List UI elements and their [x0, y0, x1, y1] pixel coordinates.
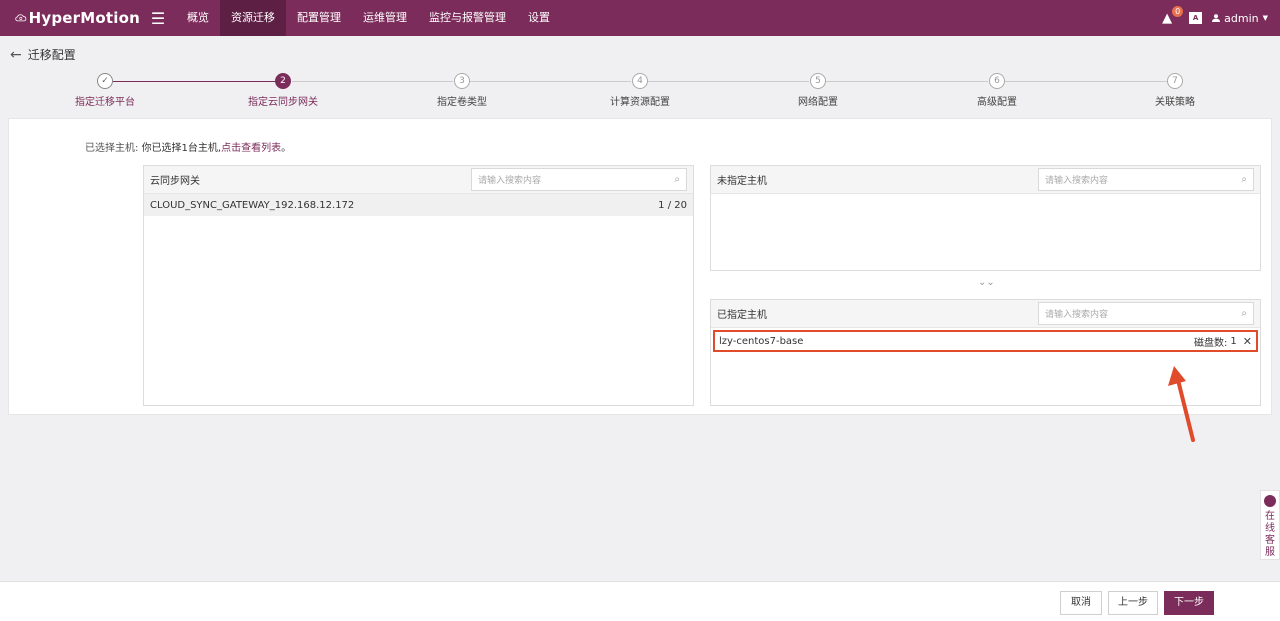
gateway-name: CLOUD_SYNC_GATEWAY_192.168.12.172 [150, 199, 355, 211]
unassigned-hosts-panel: 未指定主机 请输入搜索内容 ⌕ [710, 165, 1261, 271]
check-icon: ✓ [97, 73, 113, 89]
config-card: 已选择主机: 你已选择1台主机,点击查看列表。 云同步网关 请输入搜索内容 ⌕ … [8, 118, 1272, 415]
step-number: 4 [632, 73, 648, 89]
logo[interactable]: HyperMotion [0, 0, 140, 36]
assigned-panel-title: 已指定主机 [717, 310, 767, 321]
step-1: ✓ 指定迁移平台 [45, 70, 165, 108]
step-label: 计算资源配置 [610, 97, 670, 108]
nav-ops-management[interactable]: 运维管理 [352, 0, 418, 36]
page-title: 迁移配置 [27, 48, 76, 62]
warning-icon: ▲ [1162, 10, 1173, 26]
gateway-count: 1 / 20 [658, 199, 687, 211]
search-icon[interactable]: ⌕ [1241, 174, 1247, 185]
gateway-search-input[interactable]: 请输入搜索内容 ⌕ [471, 168, 687, 191]
disk-count: 1 [1230, 335, 1237, 347]
step-label: 指定云同步网关 [248, 97, 318, 108]
step-5: 5 网络配置 [758, 70, 878, 108]
disk-count-label: 磁盘数: [1194, 337, 1228, 349]
gateway-panel: 云同步网关 请输入搜索内容 ⌕ CLOUD_SYNC_GATEWAY_192.1… [143, 165, 694, 406]
close-icon[interactable]: ✕ [1243, 335, 1252, 348]
user-icon [1212, 14, 1221, 22]
language-switch-icon[interactable]: A [1189, 12, 1203, 24]
nav-settings[interactable]: 设置 [517, 0, 561, 36]
step-3: 3 指定卷类型 [402, 70, 522, 108]
assigned-search-input[interactable]: 请输入搜索内容 ⌕ [1038, 302, 1254, 325]
search-icon[interactable]: ⌕ [1241, 308, 1247, 319]
unassigned-panel-title: 未指定主机 [717, 176, 767, 187]
step-label: 网络配置 [798, 97, 838, 108]
nav-resource-migration[interactable]: 资源迁移 [220, 0, 286, 36]
step-label: 高级配置 [977, 97, 1017, 108]
back-arrow-icon[interactable]: ← [10, 47, 22, 63]
host-name: lzy-centos7-base [719, 335, 804, 347]
step-4: 4 计算资源配置 [580, 70, 700, 108]
search-placeholder: 请输入搜索内容 [1045, 310, 1109, 320]
username: admin [1224, 11, 1259, 25]
footer-bar: 取消 上一步 下一步 [0, 581, 1280, 621]
unassigned-panel-header: 未指定主机 请输入搜索内容 ⌕ [711, 166, 1260, 194]
gateway-panel-header: 云同步网关 请输入搜索内容 ⌕ [144, 166, 693, 194]
sentence-end: 。 [281, 143, 292, 154]
menu-toggle-icon[interactable]: ☰ [140, 0, 176, 36]
search-placeholder: 请输入搜索内容 [1045, 176, 1109, 186]
support-icon [1264, 495, 1276, 507]
next-step-button[interactable]: 下一步 [1164, 591, 1214, 615]
selected-hosts-summary: 已选择主机: 你已选择1台主机,点击查看列表。 [85, 139, 291, 154]
support-label: 在线客服 [1265, 511, 1275, 558]
selected-hosts-label: 已选择主机: [85, 143, 139, 154]
double-chevron-down-icon[interactable]: ⌄⌄ [978, 277, 995, 288]
alert-bell[interactable]: ▲ 0 [1157, 6, 1184, 28]
wizard-steps: ✓ 指定迁移平台 2 指定云同步网关 3 指定卷类型 4 计算资源配置 5 网络… [0, 70, 1280, 110]
chevron-down-icon: ▼ [1262, 14, 1268, 22]
gateway-panel-title: 云同步网关 [150, 176, 200, 187]
user-menu[interactable]: admin ▼ [1212, 12, 1268, 25]
step-label: 关联策略 [1155, 97, 1195, 108]
step-label: 指定迁移平台 [75, 97, 135, 108]
selected-hosts-text: 你已选择1台主机, [141, 143, 222, 154]
cloud-logo-icon [15, 14, 27, 22]
alert-count-badge: 0 [1172, 6, 1184, 17]
step-7: 7 关联策略 [1115, 70, 1235, 108]
app-name: HyperMotion [28, 9, 140, 27]
page-header: ← 迁移配置 [10, 46, 76, 63]
step-number: 2 [275, 73, 291, 89]
previous-step-button[interactable]: 上一步 [1108, 591, 1158, 615]
view-list-link[interactable]: 点击查看列表 [221, 143, 281, 154]
nav-overview[interactable]: 概览 [176, 0, 220, 36]
top-nav-bar: HyperMotion ☰ 概览 资源迁移 配置管理 运维管理 监控与报警管理 … [0, 0, 1280, 36]
assigned-panel-header: 已指定主机 请输入搜索内容 ⌕ [711, 300, 1260, 328]
red-arrow-annotation [1168, 366, 1195, 442]
step-label: 指定卷类型 [437, 97, 487, 108]
unassigned-search-input[interactable]: 请输入搜索内容 ⌕ [1038, 168, 1254, 191]
cancel-button[interactable]: 取消 [1060, 591, 1102, 615]
step-2: 2 指定云同步网关 [223, 70, 343, 108]
step-number: 7 [1167, 73, 1183, 89]
step-6: 6 高级配置 [937, 70, 1057, 108]
search-icon[interactable]: ⌕ [674, 174, 680, 185]
step-number: 5 [810, 73, 826, 89]
search-placeholder: 请输入搜索内容 [478, 176, 542, 186]
step-number: 3 [454, 73, 470, 89]
gateway-row[interactable]: CLOUD_SYNC_GATEWAY_192.168.12.172 1 / 20 [144, 194, 693, 216]
nav-monitoring-alerts[interactable]: 监控与报警管理 [418, 0, 517, 36]
online-support-widget[interactable]: 在线客服 [1260, 490, 1280, 560]
assigned-host-row[interactable]: lzy-centos7-base 磁盘数: 1 ✕ [713, 330, 1258, 352]
step-number: 6 [989, 73, 1005, 89]
nav-config-management[interactable]: 配置管理 [286, 0, 352, 36]
